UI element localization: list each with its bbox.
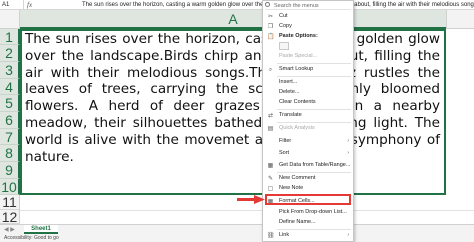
menu-separator (277, 172, 351, 173)
comment-icon: ✎ (267, 176, 274, 182)
column-header-a[interactable]: A (20, 10, 446, 29)
menu-item-label: Clear Contents (279, 99, 316, 105)
row-header-3[interactable]: 3 (0, 62, 20, 79)
formula-bar: A1 fx The sun rises over the horizon, ca… (0, 0, 474, 10)
gridline (20, 210, 474, 211)
search-icon (265, 2, 270, 7)
note-icon: ▢ (267, 186, 274, 192)
menu-item-define-name[interactable]: Define Name... (263, 218, 353, 227)
status-bar: Accessibility: Good to go (0, 234, 474, 242)
menu-item-quick-analysis[interactable]: ▤ Quick Analysis (263, 124, 353, 133)
menu-item-label: New Comment (279, 175, 316, 181)
column-header-b[interactable] (446, 10, 474, 29)
menu-item-label: Cut (279, 13, 288, 19)
translate-icon: ⇄ (267, 113, 274, 119)
menu-item-copy[interactable]: ❐ Copy (263, 22, 353, 31)
menu-item-label: Filter (279, 138, 292, 144)
menu-item-insert[interactable]: Insert... (263, 78, 353, 87)
menu-item-label: Quick Analysis (279, 125, 315, 131)
menu-item-get-data[interactable]: ▦ Get Data from Table/Range... (263, 161, 353, 170)
menu-item-paste-special[interactable]: Paste Special... (263, 52, 353, 61)
row-header-7[interactable]: 7 (0, 129, 20, 145)
menu-item-label: Paste Options: (279, 33, 318, 39)
menu-separator (277, 229, 351, 230)
menu-item-new-note[interactable]: ▢ New Note (263, 184, 353, 193)
menu-item-label: Get Data from Table/Range... (279, 162, 351, 168)
name-box[interactable]: A1 (0, 0, 24, 10)
row-header-1[interactable]: 1 (0, 29, 20, 45)
chevron-right-icon: › (347, 232, 349, 238)
menu-item-label: Copy (279, 23, 292, 29)
copy-icon: ❐ (267, 24, 274, 30)
scissors-icon: ✂ (267, 14, 274, 20)
sheet-tab[interactable]: Sheet1 (24, 225, 58, 234)
sheet-tab-bar: ◀ ▶ Sheet1 (0, 224, 474, 234)
quick-analysis-icon: ▤ (267, 126, 274, 132)
menu-separator (277, 122, 351, 123)
row-header-12[interactable]: 12 (0, 210, 20, 224)
menu-item-label: Translate (279, 112, 302, 118)
menu-item-label: Smart Lookup (279, 66, 314, 72)
merged-cell-a1[interactable]: The sun rises over the horizon, casting … (20, 29, 446, 195)
menu-item-label: Delete... (279, 89, 300, 95)
red-arrow-icon (237, 195, 265, 204)
chevron-right-icon: › (347, 150, 349, 156)
link-icon: ⛓ (267, 233, 275, 239)
menu-item-label: Sort (279, 150, 290, 156)
paste-button[interactable] (279, 42, 289, 50)
cell-text: The sun rises over the horizon, casting … (25, 31, 440, 165)
format-cells-highlight-box (265, 194, 351, 205)
fx-icon[interactable]: fx (27, 0, 41, 10)
menu-item-clear-contents[interactable]: Clear Contents (263, 98, 353, 107)
menu-item-sort[interactable]: Sort › (263, 149, 353, 158)
paste-icon: 📋 (267, 34, 275, 40)
row-header-2[interactable]: 2 (0, 45, 20, 62)
sheet-nav-arrows-icon[interactable]: ◀ ▶ (4, 226, 15, 233)
search-icon: ⌕ (268, 67, 273, 73)
menu-item-new-comment[interactable]: ✎ New Comment (263, 174, 353, 183)
row-header-9[interactable]: 9 (0, 162, 20, 179)
menu-item-filter[interactable]: Filter › (263, 137, 353, 146)
menu-item-pick-from-list[interactable]: Pick From Drop-down List... (263, 208, 353, 217)
menu-separator (277, 109, 351, 110)
menu-item-label: Pick From Drop-down List... (279, 209, 347, 215)
menu-item-translate[interactable]: ⇄ Translate (263, 111, 353, 120)
menu-item-link[interactable]: ⛓ Link › (263, 231, 353, 240)
menu-item-label: Insert... (279, 79, 298, 85)
menu-item-smart-lookup[interactable]: ⌕ Smart Lookup (263, 65, 353, 74)
context-menu: Search the menus ✂ Cut ❐ Copy 📋 Paste Op… (262, 0, 354, 242)
row-header-4[interactable]: 4 (0, 79, 20, 95)
menu-item-delete[interactable]: Delete... (263, 88, 353, 97)
chevron-right-icon: › (347, 138, 349, 144)
row-header-5[interactable]: 5 (0, 95, 20, 112)
menu-separator (277, 63, 351, 64)
select-all-corner[interactable] (0, 10, 20, 29)
menu-item-label: Define Name... (279, 219, 316, 225)
menu-item-label: Link (279, 232, 290, 238)
menu-search-input[interactable]: Search the menus (265, 2, 351, 10)
row-header-8[interactable]: 8 (0, 145, 20, 162)
row-header-10[interactable]: 10 (0, 179, 20, 195)
menu-item-label: Paste Special... (279, 53, 318, 59)
paste-options-row (279, 42, 339, 51)
menu-item-cut[interactable]: ✂ Cut (263, 12, 353, 21)
menu-separator (277, 76, 351, 77)
row-header-11[interactable]: 11 (0, 195, 20, 210)
menu-item-label: New Note (279, 185, 304, 191)
table-icon: ▦ (267, 163, 274, 169)
menu-item-paste-options: 📋 Paste Options: (263, 32, 353, 41)
row-header-6[interactable]: 6 (0, 112, 20, 129)
